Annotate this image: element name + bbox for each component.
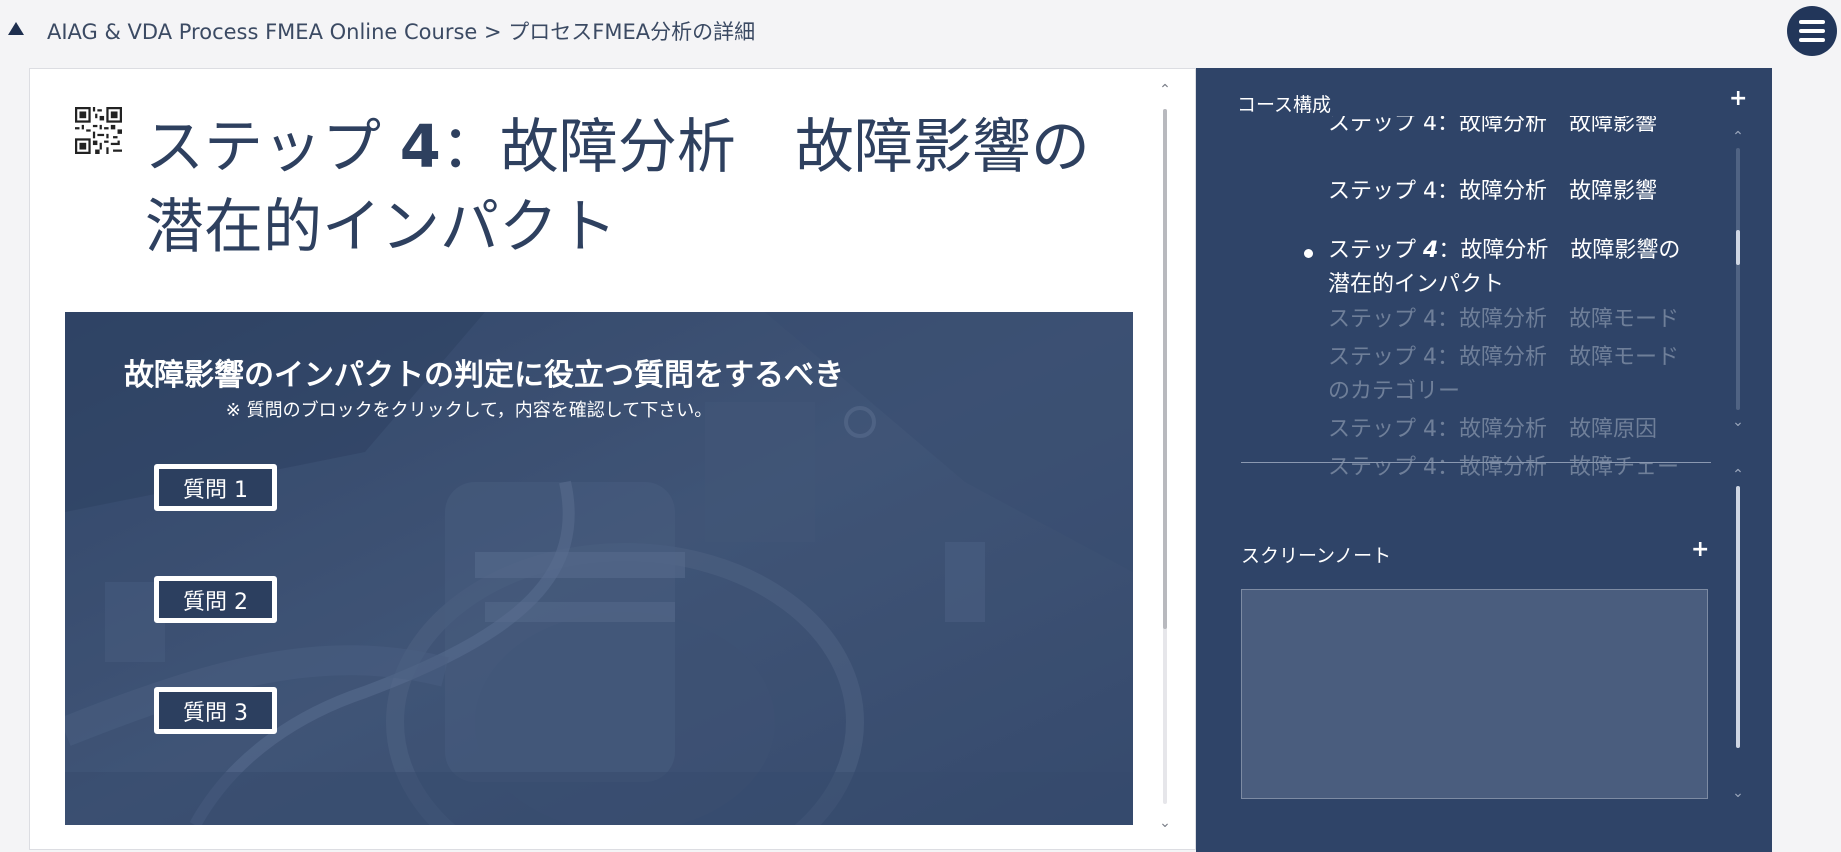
question-3-button[interactable]: 質問 3 (154, 687, 277, 734)
outline-scrollbar[interactable]: ⌃ ⌄ (1728, 130, 1748, 430)
divider (1241, 462, 1711, 463)
triangle-up-icon[interactable] (8, 22, 24, 35)
chevron-up-icon[interactable]: ⌃ (1731, 468, 1745, 482)
hamburger-menu-button[interactable] (1787, 6, 1837, 56)
content-scrollbar[interactable]: ⌃ ⌄ (1154, 81, 1176, 833)
outline-item-locked[interactable]: ステップ 4：故障分析 故障原因 (1328, 413, 1688, 447)
sidebar: コース構成 + ステップ 4：故障分析 故障影響 ステップ 4：故障分析 故障影… (1196, 68, 1772, 852)
title-number: 4 (399, 112, 441, 181)
outline-item-locked[interactable]: ステップ 4：故障分析 故障チェー (1328, 451, 1688, 485)
breadcrumb[interactable]: AIAG & VDA Process FMEA Online Course > … (47, 16, 755, 46)
scroll-thumb[interactable] (1163, 109, 1167, 629)
scroll-thumb[interactable] (1736, 486, 1740, 748)
outline-item-current[interactable]: ステップ 4：故障分析 故障影響の潜在的インパクト (1328, 234, 1688, 302)
page-title: ステップ 4：故障分析 故障影響の潜在的インパクト (145, 107, 1135, 267)
chevron-up-icon[interactable]: ⌃ (1158, 83, 1172, 97)
outline-current-prefix: ステップ (1328, 238, 1423, 263)
slide-area: 故障影響のインパクトの判定に役立つ質問をするべき ※ 質問のブロックをクリックし… (65, 312, 1133, 825)
chevron-down-icon[interactable]: ⌄ (1731, 415, 1745, 429)
screen-notes-title: スクリーンノート (1241, 545, 1392, 567)
question-1-button[interactable]: 質問 1 (154, 464, 277, 511)
outline-item-locked[interactable]: ステップ 4：故障分析 故障モード (1328, 303, 1688, 337)
plus-icon[interactable]: + (1691, 537, 1709, 562)
slide-instruction: ※ 質問のブロックをクリックして，内容を確認して下さい。 (225, 400, 713, 421)
current-item-bullet (1304, 249, 1313, 258)
outline-item[interactable]: ステップ 4：故障分析 故障影響 (1328, 116, 1688, 141)
hamburger-menu-icon (1799, 20, 1825, 24)
course-outline-list: ステップ 4：故障分析 故障影響 ステップ 4：故障分析 故障影響 ステップ 4… (1237, 116, 1697, 500)
lesson-content: ステップ 4：故障分析 故障影響の潜在的インパクト 故障影響のインパクトの判定に… (29, 68, 1196, 850)
question-2-button[interactable]: 質問 2 (154, 576, 277, 623)
qr-code-icon[interactable] (75, 107, 122, 154)
hamburger-line (1799, 38, 1825, 42)
chevron-up-icon[interactable]: ⌃ (1731, 130, 1745, 144)
chevron-down-icon[interactable]: ⌄ (1158, 816, 1172, 830)
title-prefix: ステップ (145, 112, 382, 181)
slide-heading: 故障影響のインパクトの判定に役立つ質問をするべき (124, 358, 844, 393)
plus-icon[interactable]: + (1729, 86, 1747, 111)
outline-current-number: 4 (1423, 238, 1439, 263)
outline-item[interactable]: ステップ 4：故障分析 故障影響 (1328, 175, 1688, 209)
course-outline-title: コース構成 (1237, 94, 1332, 116)
outline-item-locked[interactable]: ステップ 4：故障分析 故障モードのカテゴリー (1328, 341, 1688, 409)
hamburger-line (1799, 29, 1825, 33)
chevron-down-icon[interactable]: ⌄ (1731, 786, 1745, 800)
scroll-thumb[interactable] (1736, 230, 1740, 265)
top-bar: AIAG & VDA Process FMEA Online Course > … (0, 0, 1841, 62)
notes-scrollbar[interactable]: ⌃ ⌄ (1728, 468, 1748, 808)
screen-notes-field[interactable] (1241, 589, 1708, 799)
scroll-track[interactable] (1736, 148, 1740, 410)
